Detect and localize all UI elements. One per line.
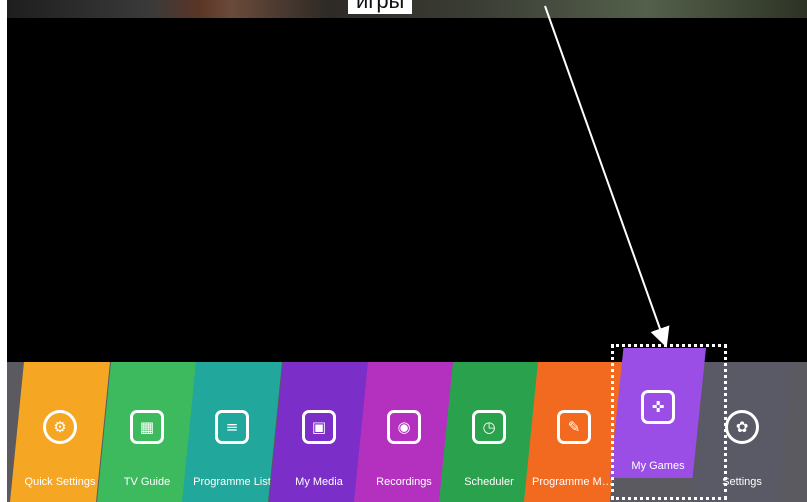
annotation-arrow (544, 5, 670, 348)
